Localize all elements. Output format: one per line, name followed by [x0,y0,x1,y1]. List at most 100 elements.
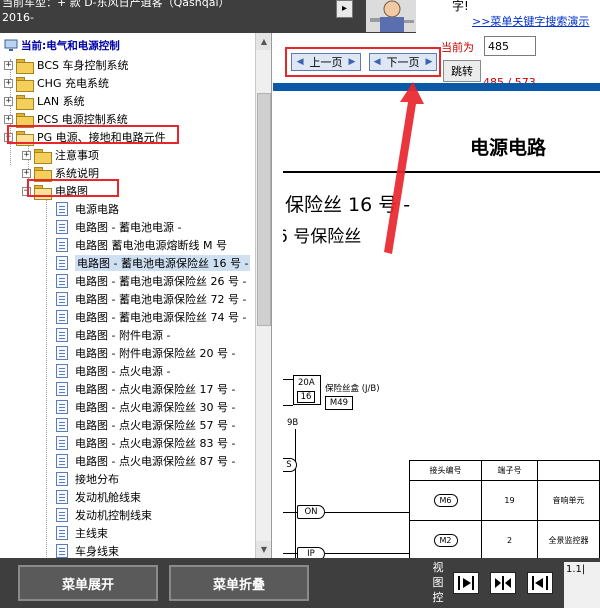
tree-item[interactable]: 电路图 - 点火电源 - [56,362,170,380]
view-control-label: 视图控 [432,561,444,604]
zoom-label: 1.1| [566,564,586,575]
tree-item-label: 发动机舱线束 [75,491,141,504]
expand-toggle-icon[interactable]: + [4,96,13,106]
arrow-right-bar-icon [458,576,474,590]
document-icon [56,256,68,270]
document-icon [56,274,68,288]
document-icon [56,238,68,252]
document-icon [56,382,68,396]
document-icon [56,454,68,468]
tree-current-label: 当前:电气和电源控制 [21,39,120,52]
expand-toggle-icon[interactable]: + [22,150,31,160]
table-header-row: 接头编号 端子号 [409,460,600,481]
connector-tag-s: S [283,458,297,472]
tree-item[interactable]: + LAN 系统 [4,92,85,110]
document-icon [56,526,68,540]
tree-item[interactable]: 电路图 - 点火电源保险丝 30 号 - [56,398,235,416]
tree-item[interactable]: + BCS 车身控制系统 [4,56,129,74]
document-icon [56,490,68,504]
bottom-toolbar: 菜单展开 菜单折叠 视图控 1.1| [0,558,600,608]
scroll-down-arrow-icon[interactable]: ▼ [256,541,271,558]
tree-item-label: 车身线束 [75,545,119,558]
tree-item[interactable]: 电路图 - 点火电源保险丝 87 号 - [56,452,235,470]
tree-item-label: 电路图 - 点火电源保险丝 87 号 - [75,455,236,468]
tree-item[interactable]: 电路图 蓄电池电源熔断线 M 号 [56,236,227,254]
fuse-connector: M49 [325,396,353,410]
table-cell-name: 音响单元 [537,480,600,521]
document-icon [56,400,68,414]
tree-item[interactable]: 电路图 - 附件电源保险丝 20 号 - [56,344,235,362]
expand-toggle-icon[interactable]: + [4,60,13,70]
tree-item[interactable]: 电路图 - 蓄电池电源保险丝 16 号 - [56,254,251,272]
tree-item[interactable]: 电源电路 [56,200,119,218]
tree-current-category[interactable]: 当前:电气和电源控制 [4,37,120,53]
tree-item[interactable]: 发动机控制线束 [56,506,152,524]
tree-item-label: 电路图 - 点火电源保险丝 83 号 - [75,437,236,450]
document-icon [56,310,68,324]
tree-item[interactable]: 电路图 - 点火电源保险丝 57 号 - [56,416,235,434]
folder-icon [16,112,34,128]
tree-item[interactable]: 接地分布 [56,470,119,488]
keyword-search-demo-link[interactable]: >>菜单关键字搜索演示 [472,13,589,29]
tree-item[interactable]: 电路图 - 蓄电池电源保险丝 26 号 - [56,272,246,290]
scrollbar-thumb[interactable] [257,93,271,326]
scroll-up-arrow-icon[interactable]: ▲ [256,33,271,50]
highlight-box-pg [7,125,179,144]
tree-item-label: 电路图 - 点火电源 - [75,365,171,378]
document-icon [56,436,68,450]
document-icon [56,472,68,486]
view-left-button[interactable] [527,572,553,594]
document-title: 电源电路 [470,137,547,159]
folder-icon [34,148,52,164]
next-page-button[interactable]: ◀ 下一页 ▶ [369,53,437,71]
wire [283,405,293,406]
tree-item[interactable]: 电路图 - 蓄电池电源 - [56,218,181,236]
wire [325,512,409,513]
tree-item[interactable]: + 注意事项 [22,146,99,164]
current-page-label: 当前为 [441,41,474,54]
menu-collapse-button[interactable]: 菜单折叠 [169,565,309,601]
tree-item[interactable]: 电路图 - 点火电源保险丝 83 号 - [56,434,235,452]
expand-toggle-icon[interactable]: + [4,114,13,124]
tree-item-label: 电路图 - 附件电源 - [75,329,171,342]
tree-item[interactable]: 电路图 - 点火电源保险丝 17 号 - [56,380,235,398]
tree-item[interactable]: 电路图 - 蓄电池电源保险丝 72 号 - [56,290,246,308]
connector-tag-on: ON [297,505,325,519]
folder-icon [16,76,34,92]
jump-button[interactable]: 跳转 [443,60,481,82]
tree-item-label: LAN 系统 [37,95,85,108]
computer-icon [4,39,18,51]
tree-item[interactable]: 车身线束 [56,542,119,558]
connector-pill: M6 [433,494,458,507]
view-split-button[interactable] [490,572,516,594]
tree-item[interactable]: 主线束 [56,524,108,542]
tree-scrollbar[interactable]: ▲ ▼ [255,33,271,558]
tree-item[interactable]: 发动机舱线束 [56,488,141,506]
expand-toggle-icon[interactable]: + [4,78,13,88]
tree-item[interactable]: + CHG 充电系统 [4,74,109,92]
document-icon [56,328,68,342]
page-number-input[interactable] [484,36,536,56]
fuse-box-label: 保险丝盒 (J/B) [325,384,380,394]
vehicle-title-line2: 2016- [2,11,34,24]
page-nav-bar: ◀ 上一页 ▶ ◀ 下一页 ▶ 当前为 跳转 485 / 573 [273,33,600,91]
tree-item-label: 电路图 蓄电池电源熔断线 M 号 [75,239,227,252]
tree-item-label: 电路图 - 附件电源保险丝 20 号 - [75,347,236,360]
menu-expand-button[interactable]: 菜单展开 [18,565,158,601]
tree-item[interactable]: 电路图 - 蓄电池电源保险丝 74 号 - [56,308,246,326]
tree-item-label: 电路图 - 蓄电池电源 - [75,221,182,234]
document-icon [56,202,68,216]
diagram-subheading: 6 号保险丝 [283,227,362,247]
document-icon [56,220,68,234]
tree-item-label: 注意事项 [55,149,99,162]
header-toggle-button[interactable]: ▸ [336,0,353,18]
prev-page-button[interactable]: ◀ 上一页 ▶ [291,53,361,71]
tree-item[interactable]: 电路图 - 附件电源 - [56,326,170,344]
tree-item-label: CHG 充电系统 [37,77,109,90]
tree-item-label: 电路图 - 蓄电池电源保险丝 74 号 - [75,311,247,324]
tree-item-label: 电路图 - 蓄电池电源保险丝 26 号 - [75,275,247,288]
title-rule [283,171,600,173]
arrow-left-bar-icon [532,576,548,590]
expand-toggle-icon[interactable]: + [22,168,31,178]
view-right-button[interactable] [453,572,479,594]
